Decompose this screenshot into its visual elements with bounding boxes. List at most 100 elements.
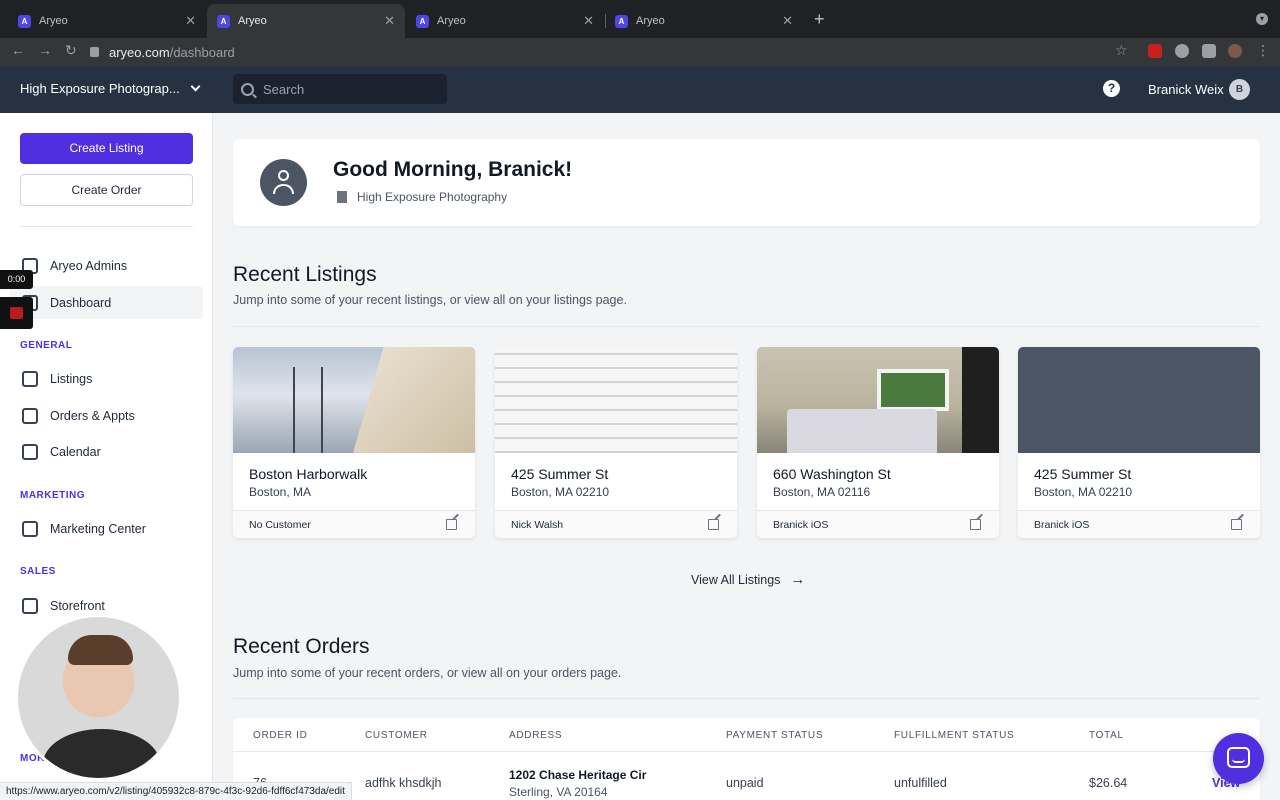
aryeo-favicon-icon: A bbox=[217, 14, 230, 28]
listing-customer: Nick Walsh bbox=[511, 519, 564, 531]
column-header[interactable]: CUSTOMER bbox=[365, 730, 428, 741]
search-bar[interactable] bbox=[233, 74, 447, 104]
recording-timer: 0:00 bbox=[0, 270, 33, 289]
listing-name: 425 Summer St bbox=[511, 466, 609, 482]
person-icon-body bbox=[273, 184, 294, 194]
listing-card[interactable]: Boston Harborwalk Boston, MA No Customer bbox=[233, 347, 475, 538]
recent-orders-subtitle: Jump into some of your recent orders, or… bbox=[233, 666, 622, 680]
new-tab-icon[interactable]: + bbox=[814, 9, 825, 30]
listing-city: Boston, MA bbox=[249, 485, 312, 499]
clipboard-icon bbox=[22, 407, 38, 424]
sidebar-item-label: Dashboard bbox=[50, 295, 112, 310]
user-name[interactable]: Branick Weix bbox=[1148, 82, 1224, 97]
forward-arrow-icon[interactable]: → bbox=[38, 42, 52, 58]
chat-icon bbox=[1227, 747, 1250, 768]
sidebar-item-calendar[interactable]: Calendar bbox=[10, 435, 203, 468]
recent-listings-subtitle: Jump into some of your recent listings, … bbox=[233, 293, 627, 307]
tab-label: Aryeo bbox=[636, 15, 665, 27]
photo-detail bbox=[877, 369, 949, 411]
sidebar-item-label: Storefront bbox=[50, 598, 105, 613]
address-line1-cell: 1202 Chase Heritage Cir bbox=[509, 768, 647, 782]
customer-cell: adfhk khsdkjh bbox=[365, 776, 442, 790]
puzzle-extensions-icon[interactable] bbox=[1202, 44, 1216, 58]
external-link-icon[interactable] bbox=[446, 519, 457, 530]
section-marketing: MARKETING bbox=[20, 490, 86, 501]
back-arrow-icon[interactable]: ← bbox=[11, 42, 25, 58]
arrow-right-icon: → bbox=[790, 571, 806, 588]
bookmark-star-icon[interactable]: ☆ bbox=[1115, 42, 1128, 59]
create-listing-button[interactable]: Create Listing bbox=[20, 133, 193, 164]
column-header[interactable]: PAYMENT STATUS bbox=[726, 730, 823, 741]
listing-name: 660 Washington St bbox=[773, 466, 891, 482]
camera-extension-icon[interactable] bbox=[1175, 44, 1189, 58]
section-sales: SALES bbox=[20, 566, 56, 577]
search-input[interactable] bbox=[263, 81, 433, 97]
browser-menu-icon[interactable]: ⋮ bbox=[1256, 42, 1270, 59]
org-switcher[interactable]: High Exposure Photograp... bbox=[20, 81, 201, 96]
sidebar-item-marketing-center[interactable]: Marketing Center bbox=[10, 512, 203, 545]
help-icon[interactable]: ? bbox=[1103, 80, 1120, 97]
orders-table-header: ORDER ID CUSTOMER ADDRESS PAYMENT STATUS… bbox=[233, 718, 1260, 752]
user-avatar[interactable]: B bbox=[1229, 79, 1250, 100]
close-icon[interactable]: ✕ bbox=[384, 13, 395, 29]
tab-label: Aryeo bbox=[437, 15, 466, 27]
chat-icon-smile bbox=[1232, 759, 1245, 763]
column-header[interactable]: ORDER ID bbox=[253, 730, 308, 741]
greeting-org: High Exposure Photography bbox=[337, 190, 507, 204]
tab-search-icon[interactable]: ▾ bbox=[1256, 13, 1268, 25]
column-header[interactable]: ADDRESS bbox=[509, 730, 562, 741]
column-header[interactable]: TOTAL bbox=[1089, 730, 1124, 741]
external-link-icon[interactable] bbox=[970, 519, 981, 530]
sidebar-item-label: Orders & Appts bbox=[50, 408, 135, 423]
listing-footer: Branick iOS bbox=[757, 510, 999, 538]
listing-card[interactable]: 425 Summer St Boston, MA 02210 Branick i… bbox=[1018, 347, 1260, 538]
listing-footer: No Customer bbox=[233, 510, 475, 538]
external-link-icon[interactable] bbox=[708, 519, 719, 530]
webcam-person-shirt bbox=[43, 729, 160, 778]
listing-photo bbox=[495, 347, 737, 453]
address-line2-cell: Sterling, VA 20164 bbox=[509, 785, 608, 799]
total-cell: $26.64 bbox=[1089, 776, 1128, 790]
sidebar-item-orders-appts[interactable]: Orders & Appts bbox=[10, 399, 203, 432]
browser-tab-3[interactable]: A Aryeo ✕ bbox=[406, 4, 604, 38]
sidebar-item-listings[interactable]: Listings bbox=[10, 362, 203, 395]
recording-stop-button[interactable] bbox=[0, 297, 33, 329]
external-link-icon[interactable] bbox=[1231, 519, 1242, 530]
sidebar-item-dashboard[interactable]: Dashboard bbox=[10, 286, 203, 319]
home-icon bbox=[22, 370, 38, 387]
browser-tab-1[interactable]: A Aryeo ✕ bbox=[8, 4, 206, 38]
browser-tab-bar: A Aryeo ✕ A Aryeo ✕ A Aryeo ✕ A Aryeo ✕ … bbox=[0, 0, 1280, 38]
tab-label: Aryeo bbox=[39, 15, 68, 27]
chat-launcher-button[interactable] bbox=[1213, 733, 1264, 784]
column-header[interactable]: FULFILLMENT STATUS bbox=[894, 730, 1014, 741]
section-general: GENERAL bbox=[20, 340, 73, 351]
listing-city: Boston, MA 02210 bbox=[1034, 485, 1133, 499]
photo-detail bbox=[353, 347, 475, 453]
listing-card[interactable]: 660 Washington St Boston, MA 02116 Brani… bbox=[757, 347, 999, 538]
close-icon[interactable]: ✕ bbox=[782, 13, 793, 29]
view-all-label: View All Listings bbox=[691, 572, 781, 587]
sidebar-item-aryeo-admins[interactable]: Aryeo Admins bbox=[10, 249, 203, 282]
listing-photo bbox=[233, 347, 475, 453]
close-icon[interactable]: ✕ bbox=[583, 13, 594, 29]
calendar-icon bbox=[22, 443, 38, 460]
listing-customer: No Customer bbox=[249, 519, 311, 531]
browser-toolbar: ← → ↻ aryeo.com/dashboard ☆ ⋮ bbox=[0, 38, 1280, 66]
browser-tab-4[interactable]: A Aryeo ✕ bbox=[605, 4, 803, 38]
close-icon[interactable]: ✕ bbox=[185, 13, 196, 29]
create-order-button[interactable]: Create Order bbox=[20, 174, 193, 206]
bag-icon bbox=[22, 597, 38, 614]
view-all-listings-link[interactable]: View All Listings → bbox=[691, 571, 805, 588]
chevron-down-icon bbox=[190, 81, 201, 92]
url-path: /dashboard bbox=[169, 44, 235, 60]
webcam-bubble[interactable] bbox=[15, 614, 182, 781]
listing-card[interactable]: 425 Summer St Boston, MA 02210 Nick Wals… bbox=[495, 347, 737, 538]
profile-avatar-icon[interactable] bbox=[1228, 44, 1242, 58]
browser-tab-2[interactable]: A Aryeo ✕ bbox=[207, 4, 405, 38]
listing-photo bbox=[757, 347, 999, 453]
status-bar-url: https://www.aryeo.com/v2/listing/405932c… bbox=[0, 782, 352, 800]
address-bar[interactable]: aryeo.com/dashboard bbox=[90, 40, 1140, 64]
photo-detail bbox=[321, 367, 323, 453]
reload-icon[interactable]: ↻ bbox=[65, 42, 77, 59]
extension-icon[interactable] bbox=[1148, 44, 1162, 58]
